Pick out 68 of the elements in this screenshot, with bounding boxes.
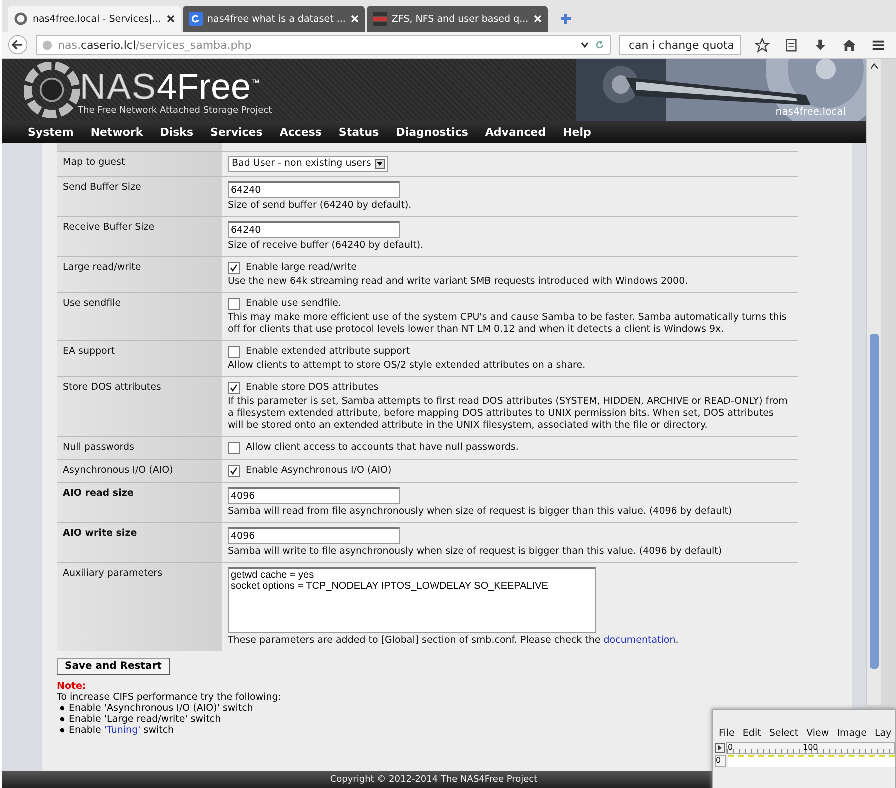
list-item: Enable 'Tuning' switch (69, 725, 174, 736)
field-label: AIO read size (63, 488, 134, 499)
save-button[interactable]: Save and Restart (57, 658, 170, 675)
copyright-text: Copyright © 2012-2014 The NAS4Free Project (330, 774, 538, 784)
field-label: Large read/write (63, 262, 142, 273)
help-text: Samba will read from file asynchronously when size of request is bigger than this value. (4096 by default) (228, 506, 732, 518)
text-area[interactable]: getwd cache = yes socket options = TCP_NODELAY IPTOS_LOWDELAY SO_KEEPALIVE (228, 567, 596, 633)
list-item: Enable 'Large read/write' switch (69, 714, 222, 725)
help-text: Size of send buffer (64240 by default). (228, 200, 412, 212)
field-label: Use sendfile (63, 298, 122, 309)
list-item: Enable 'Asynchronous I/O (AIO)' switch (69, 703, 254, 714)
hostname-text: nas4free.local (776, 107, 846, 118)
help-text: Size of receive buffer (64240 by default). (228, 240, 424, 252)
menu-item[interactable]: File (719, 728, 735, 739)
menu-item[interactable]: Disks (160, 126, 194, 138)
documentation-link[interactable]: documentation (604, 635, 676, 646)
help-text: If this parameter is set, Samba attempts to first read DOS attributes (SYSTEM, HIDDEN, ARCHIVE or READ-ONLY) from a filesystem extended attribute, before mapping DOS attributes to UNIX permission bits. When set, DOS attributes will be stored onto an extended attribute in the UNIX filesystem, associated with the file or directory. (228, 396, 789, 432)
help-text: These parameters are added to [Global] section of smb.conf. Please check the documentation. (228, 635, 679, 647)
menu-item[interactable]: View (806, 728, 830, 739)
menu-item[interactable]: Image (837, 728, 867, 739)
browser-tab[interactable]: ZFS, NFS and user based q... (366, 6, 548, 32)
menu-item[interactable]: Access (280, 126, 322, 138)
menu-item[interactable]: System (28, 126, 74, 138)
menu-item[interactable]: Help (563, 126, 592, 138)
help-text: This may make more efficient use of the system CPU's and cause Samba to be faster. Samba automatically turns this off for clients that use protocol levels lower than NT LM 0.12 and when it detects a client is Windows 9x. (228, 312, 788, 336)
ruler: 0 100 (726, 742, 895, 754)
checkbox-label[interactable]: Enable use sendfile. (246, 298, 342, 310)
field-label: Map to guest (63, 157, 126, 168)
checkbox-label[interactable]: Enable large read/write (246, 262, 357, 274)
field-label: Store DOS attributes (63, 382, 162, 393)
menu-item[interactable]: Services (210, 126, 263, 138)
browser-tab[interactable]: nas4free what is a dataset ... (182, 6, 365, 32)
browser-tab[interactable]: nas4free.local - Services|... (8, 6, 181, 32)
url-text: nas.caserio.lcl/services_samba.php (58, 38, 253, 52)
menu-item[interactable]: Diagnostics (396, 126, 468, 138)
tagline: The Free Network Attached Storage Project (78, 106, 272, 116)
help-text: Allow clients to attempt to store OS/2 style extended attributes on a share. (228, 360, 586, 372)
field-label: Null passwords (63, 442, 134, 453)
field-label: Asynchronous I/O (AIO) (63, 465, 174, 476)
menu-item[interactable]: Lay (874, 728, 892, 739)
field-label: Auxiliary parameters (63, 568, 163, 579)
menu-item[interactable]: Select (769, 728, 799, 739)
checkbox-label[interactable]: Allow client access to accounts that have null passwords. (246, 442, 519, 454)
menu-item[interactable]: Network (90, 126, 144, 138)
help-text: Samba will write to file asynchronously when size of request is bigger than this value. (4096 by default) (228, 546, 722, 558)
search-field[interactable]: can i change quota (619, 35, 741, 55)
address-field[interactable]: nas.caserio.lcl/services_samba.php (36, 35, 611, 55)
note-text: To increase CIFS performance try the following: (57, 692, 283, 703)
note-title: Note: (57, 681, 88, 692)
menu-item[interactable]: Advanced (485, 126, 546, 138)
checkbox-label[interactable]: Enable extended attribute support (246, 346, 410, 358)
ruler-mark: 0 (715, 755, 726, 767)
text-field[interactable]: 64240 (228, 181, 400, 198)
text-field[interactable]: 4096 (228, 527, 400, 544)
logo-text: NAS4Free$^{™}$ (80, 65, 260, 106)
checkbox-label[interactable]: Enable store DOS attributes (246, 382, 379, 394)
tuning-link[interactable]: 'Tuning' (104, 725, 141, 736)
field-label: EA support (63, 346, 115, 357)
field-label: Send Buffer Size (63, 182, 142, 193)
menu-item[interactable]: Edit (742, 728, 762, 739)
menu-item[interactable]: Status (338, 126, 380, 138)
text-field[interactable]: 4096 (228, 487, 400, 504)
checkbox-label[interactable]: Enable Asynchronous I/O (AIO) (246, 465, 392, 477)
dropdown[interactable]: Bad User - non existing users (228, 156, 388, 172)
field-label: Receive Buffer Size (63, 222, 155, 233)
text-field[interactable]: 64240 (228, 221, 400, 238)
field-label: AIO write size (63, 528, 138, 539)
help-text: Use the new 64k streaming read and write variant SMB requests introduced with Windows 2000. (228, 276, 688, 288)
